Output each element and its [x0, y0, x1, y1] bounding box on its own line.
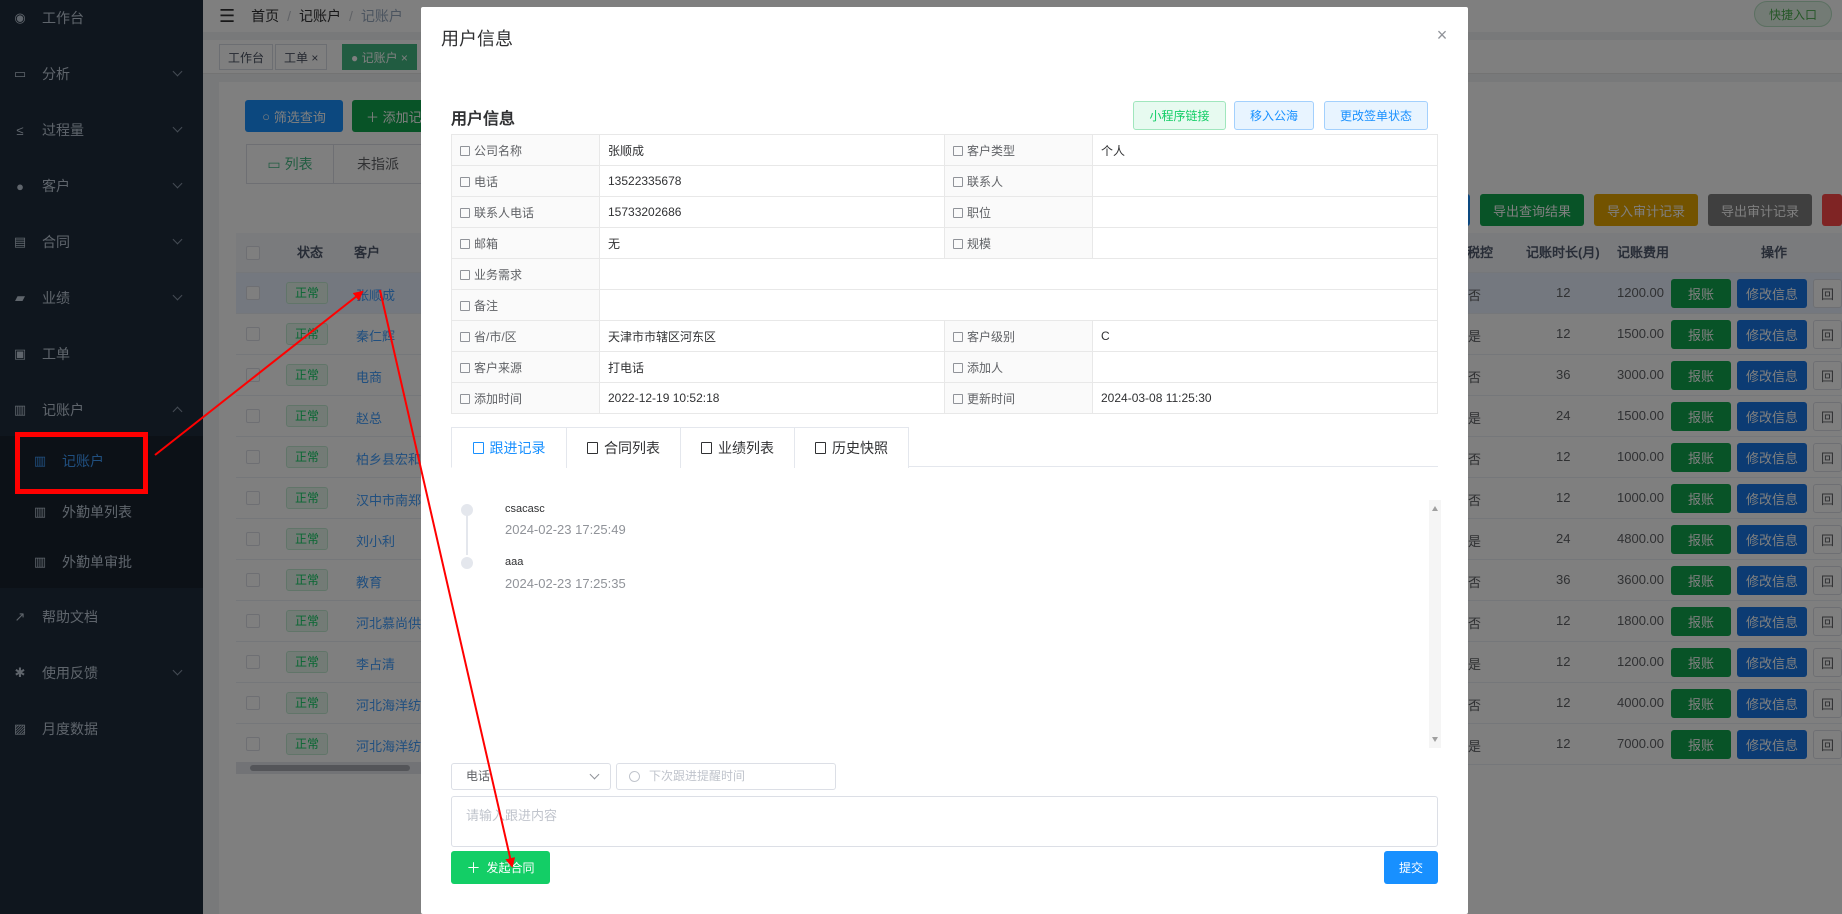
chevron-down-icon	[589, 769, 600, 780]
value-adder	[1092, 351, 1438, 383]
value-update-time: 2024-03-08 11:25:30	[1092, 382, 1438, 414]
value-email: 无	[599, 227, 945, 259]
section-title: 用户信息	[451, 111, 516, 128]
document-icon	[815, 442, 826, 454]
value-company: 张顺成	[599, 134, 945, 166]
document-icon	[460, 393, 470, 404]
value-add-time: 2022-12-19 10:52:18	[599, 382, 945, 414]
timeline-dot	[461, 557, 473, 569]
timeline-content: csacasc	[505, 503, 545, 515]
follow-method-select[interactable]: 电话	[451, 763, 611, 790]
value-scale	[1092, 227, 1438, 259]
change-sign-status-button[interactable]: 更改签单状态	[1324, 101, 1428, 130]
annotation-box	[15, 432, 148, 494]
document-icon	[953, 362, 963, 373]
document-icon	[953, 176, 963, 187]
document-icon	[460, 269, 470, 280]
plus-icon: ＋	[466, 859, 481, 876]
value-level: C	[1092, 320, 1438, 352]
tab-performance-list[interactable]: 业绩列表	[680, 427, 795, 468]
label-level: 客户级别	[944, 320, 1093, 352]
label-type: 客户类型	[944, 134, 1093, 166]
close-icon[interactable]: ×	[1434, 26, 1450, 44]
document-icon	[953, 145, 963, 156]
document-icon	[701, 442, 712, 454]
timeline-time: 2024-02-23 17:25:49	[505, 522, 626, 537]
label-source: 客户来源	[451, 351, 600, 383]
label-adder: 添加人	[944, 351, 1093, 383]
document-icon	[460, 207, 470, 218]
value-contact-phone: 15733202686	[599, 196, 945, 228]
mini-program-link-button[interactable]: 小程序链接	[1133, 101, 1226, 130]
value-position	[1092, 196, 1438, 228]
document-icon	[460, 300, 470, 311]
value-source: 打电话	[599, 351, 945, 383]
timeline-time: 2024-02-23 17:25:35	[505, 576, 626, 591]
value-region: 天津市市辖区河东区	[599, 320, 945, 352]
submit-button[interactable]: 提交	[1384, 851, 1438, 884]
label-region: 省/市/区	[451, 320, 600, 352]
label-scale: 规模	[944, 227, 1093, 259]
follow-timeline: csacasc 2024-02-23 17:25:49 aaa 2024-02-…	[451, 492, 1438, 747]
customer-info-table: 公司名称 张顺成 客户类型 个人 电话 13522335678 联系人 联系人电…	[451, 134, 1438, 414]
user-info-dialog: 用户信息 × 用户信息 小程序链接 移入公海 更改签单状态 公司名称 张顺成 客…	[421, 7, 1468, 914]
dialog-title: 用户信息	[441, 29, 513, 49]
timeline-scrollbar[interactable]	[1429, 500, 1441, 748]
value-type: 个人	[1092, 134, 1438, 166]
value-contact	[1092, 165, 1438, 197]
document-icon	[953, 393, 963, 404]
label-demand: 业务需求	[451, 258, 600, 290]
timeline-content: aaa	[505, 556, 524, 568]
document-icon	[460, 238, 470, 249]
value-remark	[599, 289, 1438, 321]
label-position: 职位	[944, 196, 1093, 228]
document-icon	[953, 331, 963, 342]
label-email: 邮箱	[451, 227, 600, 259]
clock-icon	[629, 771, 640, 782]
label-contact: 联系人	[944, 165, 1093, 197]
label-update-time: 更新时间	[944, 382, 1093, 414]
tab-contract-list[interactable]: 合同列表	[566, 427, 681, 468]
document-icon	[460, 362, 470, 373]
value-demand	[599, 258, 1438, 290]
label-phone: 电话	[451, 165, 600, 197]
label-company: 公司名称	[451, 134, 600, 166]
document-icon	[953, 207, 963, 218]
send-contract-button[interactable]: ＋发起合同	[451, 851, 550, 884]
follow-content-textarea[interactable]: 请输入跟进内容	[451, 796, 1438, 847]
calendar-icon	[472, 441, 484, 454]
phone-icon	[460, 176, 470, 187]
label-add-time: 添加时间	[451, 382, 600, 414]
document-icon	[953, 238, 963, 249]
next-reminder-time-input[interactable]: 下次跟进提醒时间	[616, 763, 836, 790]
document-icon	[587, 442, 598, 454]
user-icon	[460, 145, 470, 156]
label-contact-phone: 联系人电话	[451, 196, 600, 228]
label-remark: 备注	[451, 289, 600, 321]
value-phone: 13522335678	[599, 165, 945, 197]
tab-history-snapshot[interactable]: 历史快照	[794, 427, 909, 468]
document-icon	[460, 331, 470, 342]
timeline-line	[466, 510, 468, 555]
tab-follow-records[interactable]: 跟进记录	[451, 427, 567, 468]
move-to-pool-button[interactable]: 移入公海	[1234, 101, 1314, 130]
dialog-tabs: 跟进记录 合同列表 业绩列表 历史快照	[451, 427, 1438, 468]
